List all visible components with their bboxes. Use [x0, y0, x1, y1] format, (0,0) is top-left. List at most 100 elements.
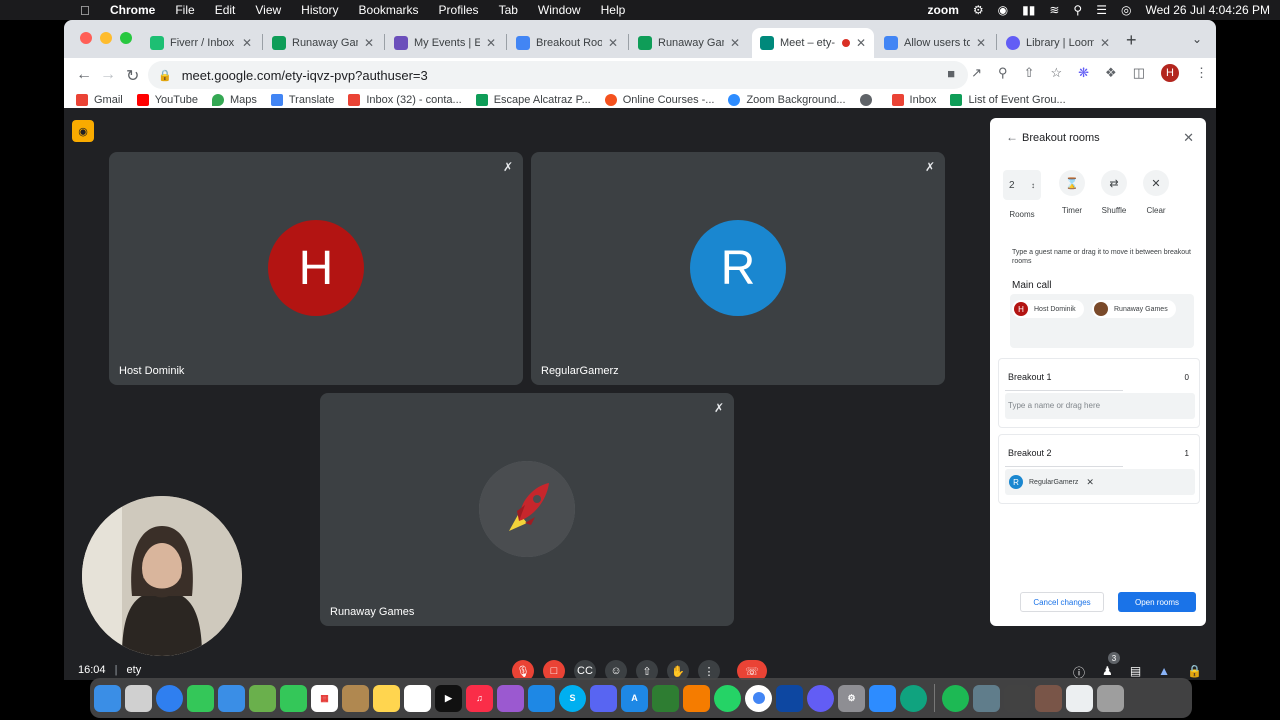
menu-bookmarks[interactable]: Bookmarks [359, 3, 419, 17]
safari-icon[interactable] [156, 684, 183, 712]
reload-icon[interactable]: ↻ [126, 66, 139, 86]
new-tab-button[interactable]: + [1126, 30, 1137, 51]
back-arrow-icon[interactable]: ← [1006, 130, 1018, 144]
room-name-field[interactable]: Breakout 1 [1005, 365, 1123, 391]
webex-icon[interactable] [776, 684, 803, 712]
participant-tile[interactable]: ✗ H Host Dominik [109, 152, 523, 385]
minimize-window-button[interactable] [100, 32, 112, 44]
tab-meet-active[interactable]: Meet – ety- ✕ [752, 28, 874, 58]
rooms-stepper[interactable]: 2 ↕ Rooms [1003, 170, 1041, 219]
close-icon[interactable]: ✕ [486, 36, 496, 50]
skype-icon[interactable]: S [559, 684, 586, 712]
bookmark-gmail[interactable]: Gmail [76, 94, 123, 106]
menu-edit[interactable]: Edit [215, 3, 236, 17]
maps-icon[interactable] [249, 684, 276, 712]
room-add-participant-input[interactable]: Type a name or drag here [1005, 393, 1195, 419]
bookmark-star-icon[interactable]: ☆ [1050, 65, 1062, 81]
participant-tile[interactable]: ✗ Runaway Games [320, 393, 734, 626]
tab-runaway-games-2[interactable]: Runaway Game ✕ [630, 28, 748, 58]
side-panel-icon[interactable]: ◫ [1133, 65, 1145, 81]
captions-button[interactable]: CC [574, 660, 596, 680]
bookmark-zoom-background[interactable]: Zoom Background... [728, 94, 846, 106]
menu-profiles[interactable]: Profiles [439, 3, 479, 17]
wifi-icon[interactable]: ≋ [1049, 3, 1059, 17]
zoom-window-button[interactable] [120, 32, 132, 44]
address-bar[interactable]: 🔒 meet.google.com/ety-iqvz-pvp?authuser=… [148, 61, 968, 89]
grammarly-icon[interactable]: ◉ [998, 3, 1008, 17]
apple-icon[interactable]:  [80, 3, 94, 18]
emoji-reaction-button[interactable]: ☺ [605, 660, 627, 680]
bookmark-inbox[interactable]: Inbox [891, 94, 936, 106]
clear-tool[interactable]: ✕ Clear [1142, 170, 1170, 219]
search-icon[interactable]: ⚲ [1073, 3, 1082, 17]
app-store-icon[interactable]: A [621, 684, 648, 712]
participant-chip[interactable]: H Host Dominik [1012, 300, 1084, 318]
messages-icon[interactable] [187, 684, 214, 712]
raise-hand-button[interactable]: ✋ [667, 660, 689, 680]
room-name-field[interactable]: Breakout 2 [1005, 441, 1123, 467]
bookmark-escape-alcatraz[interactable]: Escape Alcatraz P... [475, 94, 591, 106]
close-icon[interactable]: ✕ [856, 36, 866, 50]
menubar-datetime[interactable]: Wed 26 Jul 4:04:26 PM [1145, 3, 1270, 17]
tab-my-events[interactable]: My Events | Ele ✕ [386, 28, 504, 58]
menu-tab[interactable]: Tab [499, 3, 518, 17]
cancel-changes-button[interactable]: Cancel changes [1020, 592, 1104, 612]
close-icon[interactable]: ✕ [976, 36, 986, 50]
puzzle-icon[interactable]: ❖ [1105, 65, 1117, 81]
timer-tool[interactable]: ⌛ Timer [1058, 170, 1086, 219]
tab-fiverr[interactable]: Fiverr / Inbox ✕ [142, 28, 260, 58]
loom-app-icon[interactable] [807, 684, 834, 712]
bookmark-inbox-32[interactable]: Inbox (32) - conta... [348, 94, 462, 106]
close-icon[interactable]: ✕ [242, 36, 252, 50]
control-center-icon[interactable]: ☰ [1096, 3, 1107, 17]
tab-runaway-games-1[interactable]: Runaway Game ✕ [264, 28, 382, 58]
extension-gear-icon[interactable]: ❋ [1078, 65, 1089, 81]
zoom-app-icon[interactable] [869, 684, 896, 712]
reminders-icon[interactable] [404, 684, 431, 712]
recent-window-icon[interactable] [1066, 684, 1093, 712]
leave-call-button[interactable]: ☏ [737, 660, 767, 680]
menu-app-name[interactable]: Chrome [110, 3, 155, 17]
pages-icon[interactable] [683, 684, 710, 712]
more-vert-icon[interactable]: ⋮ [1195, 65, 1208, 81]
siri-icon[interactable]: ◎ [1121, 3, 1131, 17]
lock-icon[interactable]: 🔒 [158, 69, 172, 82]
close-icon[interactable]: ✕ [608, 36, 618, 50]
stepper-arrows-icon[interactable]: ↕ [1031, 181, 1035, 190]
guitar-app-icon[interactable] [1004, 684, 1031, 712]
host-controls-icon[interactable]: 🔒 [1187, 664, 1202, 680]
menu-view[interactable]: View [255, 3, 281, 17]
participant-tile[interactable]: ✗ R RegularGamerz [531, 152, 945, 385]
participant-chip[interactable]: R RegularGamerz ✕ [1007, 473, 1102, 491]
keynote-icon[interactable] [528, 684, 555, 712]
rooms-count-input[interactable]: 2 ↕ [1003, 170, 1041, 200]
more-options-button[interactable]: ⋮ [698, 660, 720, 680]
present-screen-button[interactable]: ⇧ [636, 660, 658, 680]
close-icon[interactable]: ✕ [730, 36, 740, 50]
preview-icon[interactable] [973, 684, 1000, 712]
zoom-status-label[interactable]: zoom [928, 3, 959, 17]
remove-participant-icon[interactable]: ✕ [1086, 477, 1094, 488]
mail-icon[interactable] [218, 684, 245, 712]
menu-window[interactable]: Window [538, 3, 581, 17]
close-window-button[interactable] [80, 32, 92, 44]
share-icon[interactable]: ⇧ [1024, 65, 1035, 81]
tab-breakout-room[interactable]: Breakout Room ✕ [508, 28, 626, 58]
forward-arrow-icon[interactable]: → [100, 66, 116, 84]
discord-icon[interactable] [590, 684, 617, 712]
bookmark-maps[interactable]: Maps [211, 94, 257, 106]
recent-document-icon[interactable] [1035, 684, 1062, 712]
back-arrow-icon[interactable]: ← [76, 66, 92, 84]
numbers-icon[interactable] [652, 684, 679, 712]
chevron-down-icon[interactable]: ⌄ [1192, 32, 1202, 46]
mic-off-button[interactable]: 🎙 [512, 660, 534, 680]
close-icon[interactable]: ✕ [364, 36, 374, 50]
shuffle-icon[interactable]: ⇄ [1101, 170, 1127, 196]
bookmark-event-groups[interactable]: List of Event Grou... [950, 94, 1066, 106]
camera-icon[interactable]: ■ [947, 66, 955, 81]
facetime-icon[interactable] [280, 684, 307, 712]
shuffle-tool[interactable]: ⇄ Shuffle [1100, 170, 1128, 219]
spotify-icon[interactable] [942, 684, 969, 712]
bookmark-translate[interactable]: Translate [270, 94, 334, 106]
system-settings-icon[interactable]: ⚙ [838, 684, 865, 712]
